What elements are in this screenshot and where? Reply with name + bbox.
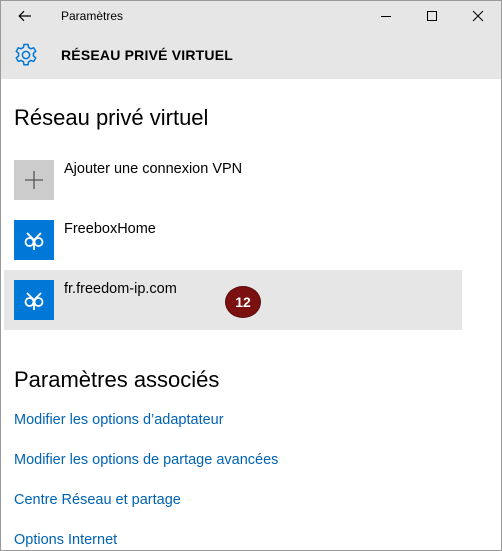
- vpn-tile: [14, 280, 54, 320]
- related-settings-title: Paramètres associés: [14, 367, 220, 392]
- minimize-button[interactable]: [363, 1, 409, 31]
- vpn-connection-freeboxhome[interactable]: FreeboxHome: [4, 210, 462, 270]
- add-tile: [14, 160, 54, 200]
- back-button[interactable]: [1, 1, 49, 31]
- vpn-connection-freedom-ip[interactable]: fr.freedom-ip.com 12: [4, 270, 462, 330]
- adapter-options-link[interactable]: Modifier les options d’adaptateur: [14, 412, 224, 428]
- vpn-tile: [14, 220, 54, 260]
- close-icon: [472, 10, 484, 22]
- page-title: RÉSEAU PRIVÉ VIRTUEL: [61, 47, 234, 63]
- add-vpn-label: Ajouter une connexion VPN: [64, 161, 243, 177]
- window-title: Paramètres: [61, 9, 124, 23]
- vpn-icon: [24, 292, 44, 310]
- plus-icon: [25, 171, 43, 189]
- close-button[interactable]: [455, 1, 501, 31]
- gear-icon: [15, 43, 37, 66]
- maximize-icon: [427, 11, 437, 21]
- minimize-icon: [381, 16, 391, 17]
- vpn-connection-name: fr.freedom-ip.com: [64, 281, 177, 297]
- vpn-section-title: Réseau privé virtuel: [14, 105, 209, 130]
- title-bar: Paramètres: [1, 1, 501, 31]
- network-center-link[interactable]: Centre Réseau et partage: [14, 492, 181, 508]
- internet-options-link[interactable]: Options Internet: [14, 532, 117, 548]
- add-vpn-connection-button[interactable]: Ajouter une connexion VPN: [4, 150, 462, 210]
- arrow-left-icon: [18, 10, 31, 22]
- sharing-options-link[interactable]: Modifier les options de partage avancées: [14, 452, 278, 468]
- maximize-button[interactable]: [409, 1, 455, 31]
- vpn-icon: [24, 232, 44, 250]
- step-number-badge: 12: [225, 286, 261, 318]
- settings-window: Paramètres RÉSEAU PRIVÉ VIRTUEL Réseau p…: [0, 0, 502, 551]
- vpn-connection-name: FreeboxHome: [64, 221, 156, 237]
- page-header: RÉSEAU PRIVÉ VIRTUEL: [1, 31, 501, 79]
